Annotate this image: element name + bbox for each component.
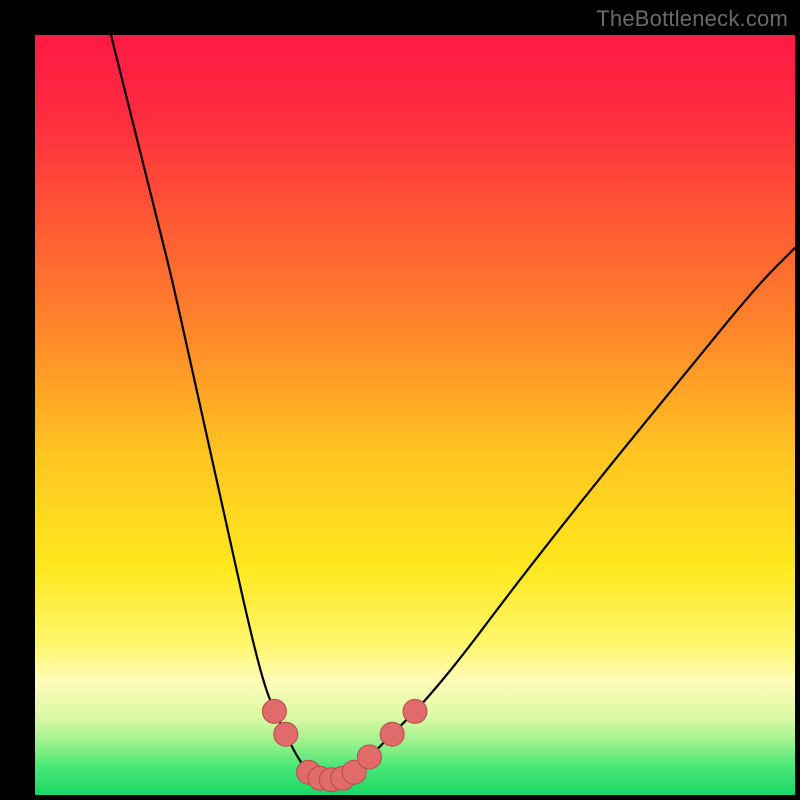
data-marker [262,699,286,723]
figure-frame: TheBottleneck.com [0,0,800,800]
data-marker [380,722,404,746]
watermark-text: TheBottleneck.com [596,6,788,32]
plot-area [35,35,795,795]
bottleneck-curves [35,35,795,795]
curve-right-branch [354,248,795,772]
data-marker [274,722,298,746]
curve-left-branch [111,35,309,772]
data-marker [357,745,381,769]
data-marker [403,699,427,723]
